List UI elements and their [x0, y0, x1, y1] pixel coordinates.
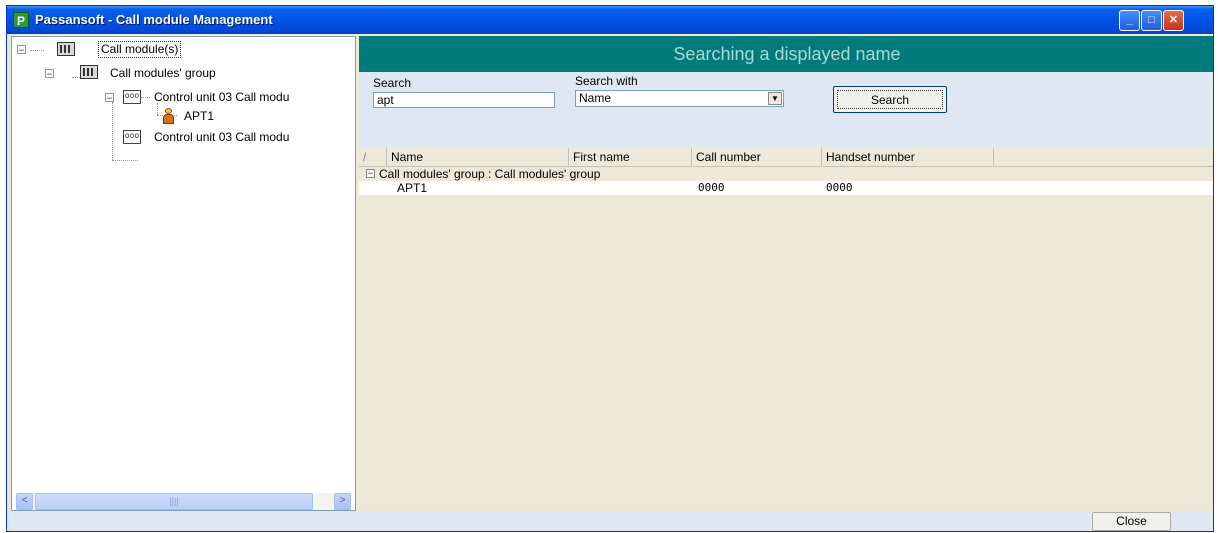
- tree-item-apt1[interactable]: APT1: [12, 107, 352, 125]
- tree-item-label: Control unit 03 Call modu: [154, 90, 290, 104]
- cell-name: APT1: [397, 181, 428, 195]
- search-with-select[interactable]: Name ▼: [575, 90, 784, 107]
- search-with-label: Search with: [575, 74, 638, 88]
- control-unit-icon: ooo: [123, 130, 141, 144]
- title-bar[interactable]: P Passansoft - Call module Management _ …: [7, 6, 1213, 34]
- scroll-left-button[interactable]: <: [16, 493, 33, 510]
- search-button-label: Search: [837, 90, 943, 109]
- chevron-down-icon[interactable]: ▼: [768, 92, 782, 105]
- close-window-button[interactable]: ✕: [1163, 10, 1184, 31]
- grid-header: / Name First name Call number Handset nu…: [359, 148, 1213, 167]
- tree-item-control-unit-2[interactable]: ooo Control unit 03 Call modu: [12, 128, 352, 146]
- tree-item-label: Call modules' group: [110, 66, 216, 80]
- results-grid[interactable]: / Name First name Call number Handset nu…: [359, 148, 1213, 511]
- group-row[interactable]: − Call modules' group : Call modules' gr…: [359, 167, 1213, 181]
- group-label: Call modules' group : Call modules' grou…: [379, 167, 601, 181]
- person-icon: [162, 108, 174, 124]
- search-button[interactable]: Search: [833, 86, 947, 113]
- column-header-first-name[interactable]: First name: [569, 148, 692, 166]
- search-with-value: Name: [579, 91, 612, 105]
- cell-call-number: 0000: [698, 181, 725, 194]
- column-header-handset-number[interactable]: Handset number: [822, 148, 994, 166]
- search-input[interactable]: [373, 92, 555, 108]
- tree-item-label: Control unit 03 Call modu: [154, 130, 290, 144]
- close-button[interactable]: Close: [1092, 512, 1171, 531]
- scroll-right-button[interactable]: >: [334, 493, 351, 510]
- app-icon: P: [13, 12, 29, 28]
- collapse-toggle[interactable]: −: [17, 45, 26, 55]
- table-row[interactable]: APT1 0000 0000: [359, 181, 1213, 195]
- window-title: Passansoft - Call module Management: [35, 12, 273, 27]
- collapse-toggle[interactable]: −: [45, 69, 54, 79]
- minimize-button[interactable]: _: [1119, 10, 1140, 31]
- building-icon: [80, 65, 98, 79]
- column-header-name[interactable]: Name: [387, 148, 569, 166]
- tree-horizontal-scrollbar[interactable]: < |||| >: [16, 493, 351, 510]
- scroll-thumb[interactable]: ||||: [35, 493, 313, 510]
- tree-item-label: APT1: [184, 109, 215, 123]
- panel-title: Searching a displayed name: [359, 36, 1213, 72]
- collapse-toggle[interactable]: −: [366, 169, 375, 178]
- tree-item-call-modules[interactable]: − Call module(s): [12, 41, 352, 59]
- status-bar: [7, 511, 1213, 531]
- collapse-toggle[interactable]: −: [105, 93, 114, 103]
- search-form: Search Search with Name ▼ Search: [359, 72, 1213, 148]
- cell-handset-number: 0000: [826, 181, 853, 194]
- call-module-tree[interactable]: − Call module(s) − Call modules' group −…: [11, 36, 356, 511]
- tree-item-call-modules-group[interactable]: − Call modules' group: [12, 64, 352, 82]
- control-unit-icon: ooo: [123, 90, 141, 104]
- maximize-button[interactable]: □: [1141, 10, 1162, 31]
- main-window: P Passansoft - Call module Management _ …: [6, 5, 1214, 532]
- sort-indicator[interactable]: /: [359, 148, 387, 166]
- column-header-call-number[interactable]: Call number: [692, 148, 822, 166]
- building-icon: [57, 42, 75, 56]
- tree-item-label: Call module(s): [98, 41, 182, 58]
- tree-item-control-unit-1[interactable]: − ooo Control unit 03 Call modu: [12, 88, 352, 106]
- search-panel: Searching a displayed name Search Search…: [359, 36, 1213, 511]
- search-label: Search: [373, 76, 412, 90]
